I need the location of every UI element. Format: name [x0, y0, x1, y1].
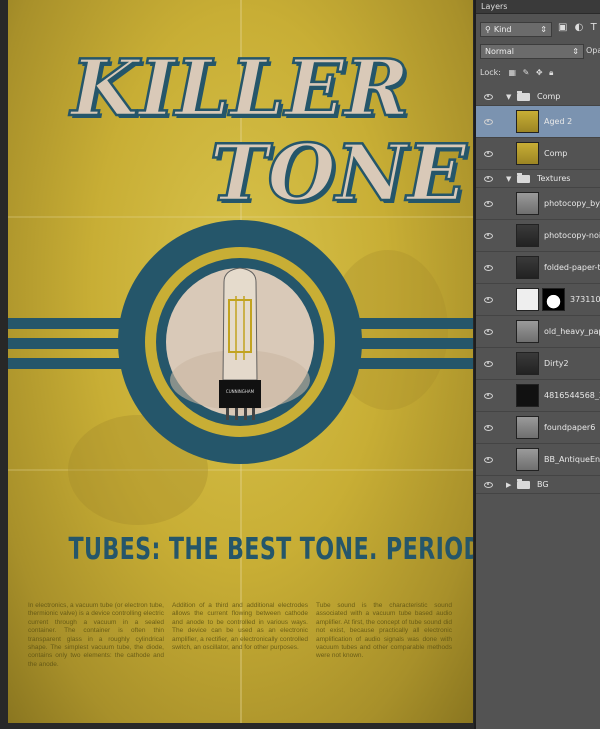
layer-name: photocopy-noise	[544, 231, 600, 240]
layer-name: photocopy_by_c	[544, 199, 600, 208]
chevron-updown-icon: ⇕	[572, 47, 579, 56]
layer-row[interactable]: BB_AntiqueEnve	[476, 444, 600, 476]
layer-name: BB_AntiqueEnve	[544, 455, 600, 464]
layer-row[interactable]: old_heavy_paper	[476, 316, 600, 348]
layer-name: 4816544568_371e	[544, 391, 600, 400]
filter-kind-dropdown[interactable]: ⚲ Kind ⇕	[480, 22, 552, 38]
visibility-eye-icon[interactable]	[484, 150, 493, 157]
visibility-eye-icon[interactable]	[484, 424, 493, 431]
layers-list: ▼ Comp Aged 2 Comp ▼ Textures photocopy_by_cph…	[476, 88, 600, 494]
body-column-3: Tube sound is the characteristic sound a…	[316, 602, 452, 660]
visibility-eye-icon[interactable]	[484, 296, 493, 303]
collapse-arrow-icon[interactable]: ▼	[506, 93, 511, 101]
visibility-eye-icon[interactable]	[484, 481, 493, 488]
layer-thumbnail	[516, 320, 539, 343]
lock-position-icon[interactable]: ✥	[536, 68, 543, 77]
poster-title: KILLER KILLER TONE TONE	[68, 42, 471, 222]
visibility-eye-icon[interactable]	[484, 456, 493, 463]
layer-group-row[interactable]: ▼ Comp	[476, 88, 600, 106]
image-filter-icon[interactable]: ▣	[558, 22, 567, 33]
visibility-eye-icon[interactable]	[484, 200, 493, 207]
visibility-eye-icon[interactable]	[484, 118, 493, 125]
svg-text:CUNNINGHAM: CUNNINGHAM	[226, 389, 255, 394]
layer-mask-thumbnail[interactable]	[542, 288, 565, 311]
lock-transparent-icon[interactable]: ▦	[508, 68, 516, 77]
layer-row[interactable]: foundpaper6	[476, 412, 600, 444]
svg-text:KILLER: KILLER	[69, 43, 409, 134]
layer-group-row[interactable]: ▶ BG	[476, 476, 600, 494]
visibility-eye-icon[interactable]	[484, 232, 493, 239]
document-canvas[interactable]: CUNNINGHAM KILLER KILLER TONE TONE TUBES…	[0, 0, 474, 729]
layer-name: Comp	[544, 149, 568, 158]
lock-all-icon[interactable]: 🔒︎	[549, 68, 553, 77]
layer-row[interactable]: folded-paper-tex	[476, 252, 600, 284]
visibility-eye-icon[interactable]	[484, 264, 493, 271]
folder-icon	[517, 91, 530, 101]
poster-headline: TUBES: THE BEST TONE. PERIOD	[68, 532, 473, 567]
layer-name: Aged 2	[544, 117, 573, 126]
lock-label: Lock:	[480, 68, 501, 77]
expand-arrow-icon[interactable]: ▶	[506, 481, 511, 489]
layer-row[interactable]: Comp	[476, 138, 600, 170]
body-column-1: In electronics, a vacuum tube (or electr…	[28, 602, 164, 668]
lock-image-icon[interactable]: ✎	[523, 68, 530, 77]
layer-thumbnail	[516, 288, 539, 311]
layer-name: Textures	[537, 174, 571, 183]
search-icon: ⚲	[485, 25, 491, 34]
layer-thumbnail	[516, 224, 539, 247]
vacuum-tube-illustration: CUNNINGHAM	[219, 267, 261, 420]
layer-thumbnail	[516, 384, 539, 407]
visibility-eye-icon[interactable]	[484, 360, 493, 367]
layer-row[interactable]: 3731106	[476, 284, 600, 316]
folder-icon	[517, 479, 530, 489]
layer-thumbnail	[516, 352, 539, 375]
visibility-eye-icon[interactable]	[484, 328, 493, 335]
layer-name: Dirty2	[544, 359, 569, 368]
collapse-arrow-icon[interactable]: ▼	[506, 175, 511, 183]
filter-kind-label: Kind	[493, 25, 512, 34]
blend-mode-value: Normal	[485, 47, 514, 56]
layer-group-row[interactable]: ▼ Textures	[476, 170, 600, 188]
layer-row[interactable]: Aged 2	[476, 106, 600, 138]
svg-text:TONE: TONE	[210, 128, 468, 219]
opacity-label: Opa	[586, 46, 600, 55]
layer-thumbnail	[516, 416, 539, 439]
layer-thumbnail	[516, 256, 539, 279]
layer-name: BG	[537, 480, 549, 489]
layer-thumbnail	[516, 142, 539, 165]
visibility-eye-icon[interactable]	[484, 175, 493, 182]
layer-name: Comp	[537, 92, 561, 101]
lock-row: Lock: ▦ ✎ ✥ 🔒︎	[480, 68, 600, 84]
filter-icons: ▣ ◐ T	[558, 22, 597, 38]
layer-thumbnail	[516, 192, 539, 215]
layer-row[interactable]: Dirty2	[476, 348, 600, 380]
type-filter-icon[interactable]: T	[591, 22, 597, 33]
layer-name: 3731106	[570, 295, 600, 304]
layer-name: folded-paper-tex	[544, 263, 600, 272]
layer-name: old_heavy_paper	[544, 327, 600, 336]
layers-tab[interactable]: Layers	[476, 0, 600, 14]
layer-name: foundpaper6	[544, 423, 596, 432]
layers-panel: Layers ⚲ Kind ⇕ ▣ ◐ T Normal ⇕ Opa Lock: ▦ …	[474, 0, 600, 729]
body-column-2: Addition of a third and additional elect…	[172, 602, 308, 652]
visibility-eye-icon[interactable]	[484, 392, 493, 399]
layer-thumbnail	[516, 448, 539, 471]
chevron-updown-icon: ⇕	[540, 25, 547, 34]
adjustment-filter-icon[interactable]: ◐	[575, 22, 584, 33]
layer-thumbnail	[516, 110, 539, 133]
visibility-eye-icon[interactable]	[484, 93, 493, 100]
folder-icon	[517, 173, 530, 183]
poster-artwork: CUNNINGHAM KILLER KILLER TONE TONE TUBES…	[8, 0, 473, 723]
blend-mode-dropdown[interactable]: Normal ⇕	[480, 44, 584, 60]
layer-row[interactable]: 4816544568_371e	[476, 380, 600, 412]
layer-row[interactable]: photocopy_by_c	[476, 188, 600, 220]
layer-row[interactable]: photocopy-noise	[476, 220, 600, 252]
